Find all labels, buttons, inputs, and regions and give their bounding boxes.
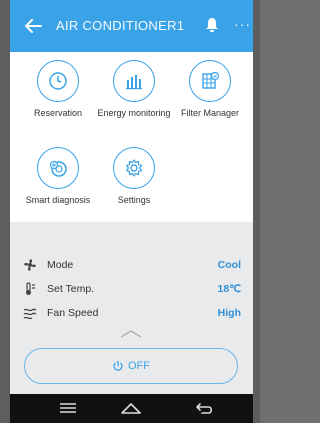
back-arrow-icon[interactable] bbox=[24, 18, 42, 34]
filter-icon bbox=[189, 60, 231, 102]
bell-icon[interactable] bbox=[205, 17, 219, 33]
tile-label: Energy monitoring bbox=[97, 108, 171, 118]
tile-reservation[interactable]: Reservation bbox=[18, 60, 98, 118]
tile-label: Smart diagnosis bbox=[25, 195, 91, 205]
status-row-set-temp[interactable]: Set Temp. 18℃ bbox=[10, 278, 253, 302]
status-label: Mode bbox=[47, 259, 74, 271]
power-label: OFF bbox=[128, 360, 150, 372]
bar-chart-icon bbox=[113, 60, 155, 102]
power-area: OFF bbox=[10, 338, 253, 394]
status-panel: Mode Cool Set Temp. 18℃ Fan Speed High bbox=[10, 222, 253, 338]
tile-filter-manager[interactable]: Filter Manager bbox=[170, 60, 250, 118]
diagnosis-icon bbox=[37, 147, 79, 189]
app-screen: AIR CONDITIONER1 ··· Reservation Energy … bbox=[10, 0, 253, 423]
app-header: AIR CONDITIONER1 ··· bbox=[10, 0, 253, 52]
status-row-mode[interactable]: Mode Cool bbox=[10, 254, 253, 278]
status-value: High bbox=[217, 307, 241, 319]
tile-energy-monitoring[interactable]: Energy monitoring bbox=[94, 60, 174, 118]
device-bezel-right bbox=[253, 0, 260, 423]
power-icon bbox=[113, 361, 123, 371]
device-bezel-left bbox=[0, 0, 10, 423]
thermometer-icon bbox=[26, 282, 35, 295]
gear-icon bbox=[113, 147, 155, 189]
status-row-fan-speed[interactable]: Fan Speed High bbox=[10, 302, 253, 326]
back-icon[interactable] bbox=[194, 400, 216, 416]
menu-icon[interactable] bbox=[58, 400, 78, 416]
more-options-icon[interactable]: ··· bbox=[234, 16, 251, 32]
tile-label: Settings bbox=[117, 195, 151, 205]
chevron-up-icon[interactable] bbox=[120, 330, 142, 338]
tile-smart-diagnosis[interactable]: Smart diagnosis bbox=[18, 147, 98, 205]
clock-icon bbox=[37, 60, 79, 102]
status-label: Fan Speed bbox=[47, 307, 99, 319]
status-value: 18℃ bbox=[217, 283, 241, 295]
feature-grid: Reservation Energy monitoring Filter Man… bbox=[10, 52, 253, 222]
status-value: Cool bbox=[217, 259, 241, 271]
wind-icon bbox=[23, 308, 37, 320]
power-button[interactable]: OFF bbox=[24, 348, 238, 384]
page-title: AIR CONDITIONER1 bbox=[56, 18, 185, 33]
tile-label: Reservation bbox=[33, 108, 83, 118]
tile-label: Filter Manager bbox=[180, 108, 240, 118]
status-label: Set Temp. bbox=[47, 283, 95, 295]
system-nav-bar bbox=[10, 394, 253, 423]
tile-settings[interactable]: Settings bbox=[94, 147, 174, 205]
home-icon[interactable] bbox=[120, 400, 142, 416]
fan-mode-icon bbox=[24, 259, 36, 271]
